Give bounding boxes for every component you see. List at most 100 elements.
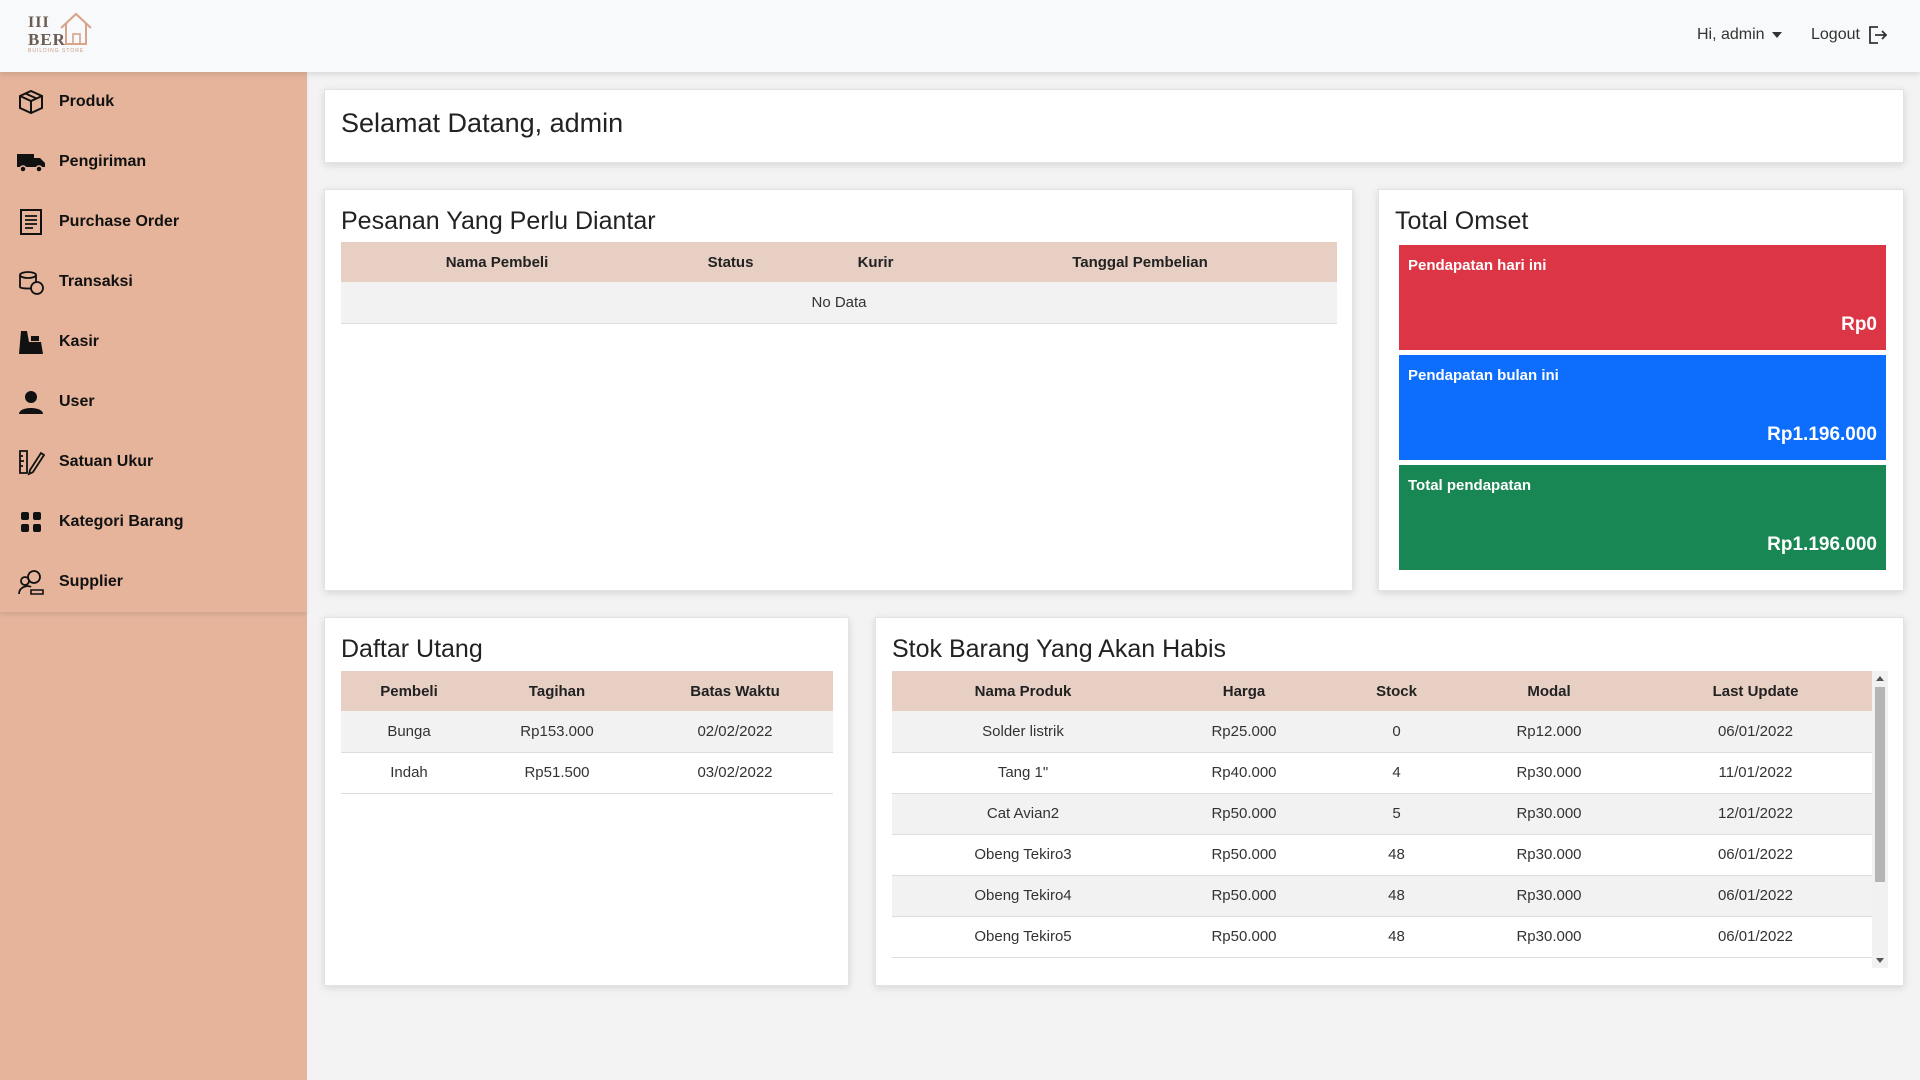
table-row[interactable]: Solder listrik Rp25.000 0 Rp12.000 06/01… xyxy=(892,711,1872,753)
table-cell: Rp50.000 xyxy=(1154,793,1334,835)
logout-label: Logout xyxy=(1811,26,1860,43)
table-cell: Rp12.000 xyxy=(1459,711,1639,753)
user-dropdown-label: Hi, admin xyxy=(1697,26,1765,43)
table-cell: Rp50.000 xyxy=(1154,916,1334,958)
brand-logo[interactable]: III BER BUILDING STORE xyxy=(26,8,100,58)
sidebar-item-supplier[interactable]: Supplier xyxy=(0,552,307,612)
column-header[interactable]: Nama Produk xyxy=(892,671,1154,711)
omset-card: Total Omset Pendapatan hari ini Rp0 Pend… xyxy=(1378,189,1904,591)
user-dropdown[interactable]: Hi, admin xyxy=(1697,26,1782,44)
cashier-icon xyxy=(16,327,46,357)
column-header[interactable]: Pembeli xyxy=(341,671,477,711)
table-cell: Rp30.000 xyxy=(1459,793,1639,835)
table-cell: Solder listrik xyxy=(892,711,1154,753)
table-cell: 06/01/2022 xyxy=(1639,834,1872,876)
caret-down-icon xyxy=(1771,32,1782,38)
sidebar-item-label: Pengiriman xyxy=(59,153,147,170)
pesanan-table: Nama Pembeli Status Kurir Tanggal Pembel… xyxy=(341,242,1337,324)
table-cell: Tang 1" xyxy=(892,752,1154,794)
table-header-row: Pembeli Tagihan Batas Waktu xyxy=(341,671,833,711)
table-row[interactable]: Tang 1" Rp40.000 4 Rp30.000 11/01/2022 xyxy=(892,752,1872,794)
table-cell: Rp153.000 xyxy=(477,711,637,753)
table-cell: 06/01/2022 xyxy=(1639,916,1872,958)
sidebar-item-pengiriman[interactable]: Pengiriman xyxy=(0,132,307,192)
column-header[interactable]: Tanggal Pembelian xyxy=(943,242,1337,282)
column-header[interactable]: Status xyxy=(653,242,808,282)
sidebar-item-label: Kasir xyxy=(59,333,100,350)
table-cell: 06/01/2022 xyxy=(1639,711,1872,753)
receipt-icon xyxy=(16,207,46,237)
stok-card: Stok Barang Yang Akan Habis Nama Produk … xyxy=(875,617,1904,986)
top-navbar: III BER BUILDING STORE Hi, admin Logout xyxy=(0,0,1920,72)
stok-title: Stok Barang Yang Akan Habis xyxy=(892,635,1227,663)
scroll-up-arrow-icon[interactable] xyxy=(1876,676,1884,681)
table-cell: Rp30.000 xyxy=(1459,752,1639,794)
sidebar-item-produk[interactable]: Produk xyxy=(0,72,307,132)
empty-state-text: No Data xyxy=(341,282,1337,324)
table-cell: 48 xyxy=(1334,916,1459,958)
revenue-month-box: Pendapatan bulan ini Rp1.196.000 xyxy=(1399,355,1886,460)
table-cell: 02/02/2022 xyxy=(637,711,833,753)
logout-icon xyxy=(1869,26,1888,44)
table-cell: 12/01/2022 xyxy=(1639,793,1872,835)
sidebar-item-kasir[interactable]: Kasir xyxy=(0,312,307,372)
sidebar-item-label: User xyxy=(59,393,95,410)
sidebar-item-label: Kategori Barang xyxy=(59,513,184,530)
revenue-total-value: Rp1.196.000 xyxy=(1767,534,1877,555)
sidebar-item-label: Produk xyxy=(59,93,115,110)
table-row[interactable]: Obeng Tekiro5 Rp50.000 48 Rp30.000 06/01… xyxy=(892,916,1872,958)
sidebar-item-satuan-ukur[interactable]: Satuan Ukur xyxy=(0,432,307,492)
sidebar-item-transaksi[interactable]: Transaksi xyxy=(0,252,307,312)
column-header[interactable]: Stock xyxy=(1334,671,1459,711)
utang-table-wrap: Pembeli Tagihan Batas Waktu Bunga Rp153.… xyxy=(341,671,833,794)
stok-table-scroll-area[interactable]: Nama Produk Harga Stock Modal Last Updat… xyxy=(892,671,1888,968)
sidebar-item-user[interactable]: User xyxy=(0,372,307,432)
table-cell: Rp50.000 xyxy=(1154,875,1334,917)
revenue-total-box: Total pendapatan Rp1.196.000 xyxy=(1399,465,1886,570)
sidebar: Produk Pengiriman Purchase Order Transak… xyxy=(0,72,307,1080)
box-icon xyxy=(16,87,46,117)
table-cell: Obeng Tekiro4 xyxy=(892,875,1154,917)
welcome-card: Selamat Datang, admin xyxy=(324,89,1904,163)
page-title: Selamat Datang, admin xyxy=(341,108,624,138)
coins-icon xyxy=(16,267,46,297)
table-row[interactable]: Cat Avian2 Rp50.000 5 Rp30.000 12/01/202… xyxy=(892,793,1872,835)
scroll-down-arrow-icon[interactable] xyxy=(1876,958,1884,963)
revenue-today-box: Pendapatan hari ini Rp0 xyxy=(1399,245,1886,350)
house-logo-icon xyxy=(60,12,92,45)
column-header[interactable]: Modal xyxy=(1459,671,1639,711)
table-cell: 48 xyxy=(1334,875,1459,917)
sidebar-item-purchase-order[interactable]: Purchase Order xyxy=(0,192,307,252)
scrollbar-thumb[interactable] xyxy=(1875,687,1885,882)
table-cell: Obeng Tekiro3 xyxy=(892,834,1154,876)
column-header[interactable]: Harga xyxy=(1154,671,1334,711)
revenue-today-label: Pendapatan hari ini xyxy=(1408,257,1547,274)
utang-table: Pembeli Tagihan Batas Waktu Bunga Rp153.… xyxy=(341,671,833,794)
revenue-month-label: Pendapatan bulan ini xyxy=(1408,367,1559,384)
table-cell: Rp30.000 xyxy=(1459,916,1639,958)
table-header-row: Nama Produk Harga Stock Modal Last Updat… xyxy=(892,671,1872,711)
pesanan-card: Pesanan Yang Perlu Diantar Nama Pembeli … xyxy=(324,189,1353,591)
table-row[interactable]: Bunga Rp153.000 02/02/2022 xyxy=(341,711,833,753)
column-header[interactable]: Kurir xyxy=(808,242,943,282)
stok-table: Nama Produk Harga Stock Modal Last Updat… xyxy=(892,671,1872,958)
table-cell: Rp50.000 xyxy=(1154,834,1334,876)
supplier-icon xyxy=(16,567,46,597)
omset-title: Total Omset xyxy=(1395,207,1529,235)
column-header[interactable]: Last Update xyxy=(1639,671,1872,711)
table-row[interactable]: Obeng Tekiro3 Rp50.000 48 Rp30.000 06/01… xyxy=(892,834,1872,876)
vertical-scrollbar[interactable] xyxy=(1872,671,1888,968)
column-header[interactable]: Tagihan xyxy=(477,671,637,711)
table-cell: Rp30.000 xyxy=(1459,834,1639,876)
table-row[interactable]: Indah Rp51.500 03/02/2022 xyxy=(341,752,833,794)
revenue-month-value: Rp1.196.000 xyxy=(1767,424,1877,445)
logo-subtitle: BUILDING STORE xyxy=(28,48,85,54)
column-header[interactable]: Nama Pembeli xyxy=(341,242,653,282)
logout-button[interactable]: Logout xyxy=(1811,24,1888,46)
column-header[interactable]: Batas Waktu xyxy=(637,671,833,711)
table-row[interactable]: Obeng Tekiro4 Rp50.000 48 Rp30.000 06/01… xyxy=(892,875,1872,917)
table-cell: 06/01/2022 xyxy=(1639,875,1872,917)
utang-card: Daftar Utang Pembeli Tagihan Batas Waktu… xyxy=(324,617,849,986)
sidebar-item-kategori-barang[interactable]: Kategori Barang xyxy=(0,492,307,552)
sidebar-item-label: Satuan Ukur xyxy=(59,453,154,470)
